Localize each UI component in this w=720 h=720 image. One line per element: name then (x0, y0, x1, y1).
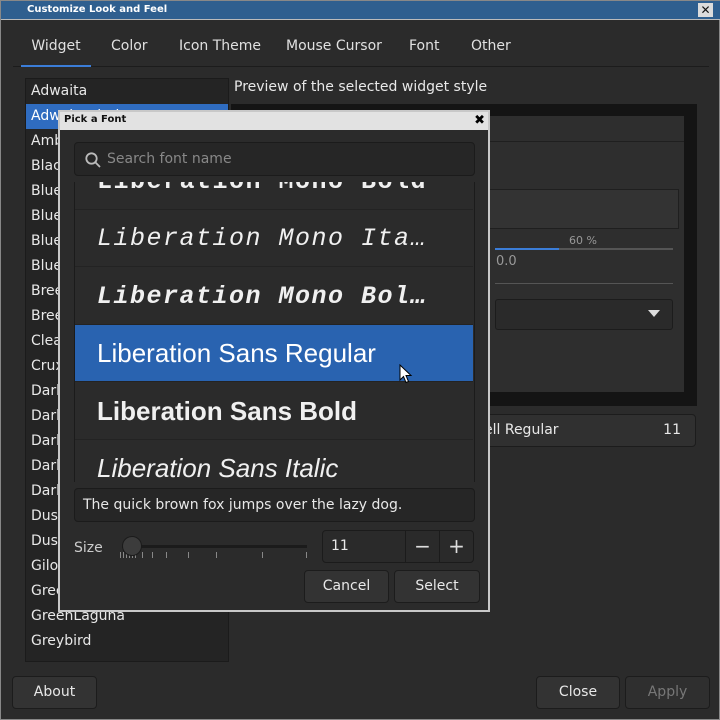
font-button-name: ell Regular (484, 422, 559, 438)
dialog-title: Pick a Font (64, 114, 127, 125)
size-slider-ticks (120, 552, 310, 560)
sample-text: The quick brown fox jumps over the lazy … (83, 497, 403, 513)
font-button-size: 11 (663, 422, 681, 438)
close-button[interactable]: Close (536, 676, 620, 709)
tab-font[interactable]: Font (409, 31, 439, 67)
slider-tick (152, 552, 153, 558)
size-slider-track[interactable] (122, 545, 307, 548)
theme-list-item[interactable]: Greybird (26, 629, 228, 654)
font-search-input[interactable]: Search font name (74, 142, 475, 176)
slider-tick (142, 552, 143, 558)
tab-mouse-cursor[interactable]: Mouse Cursor (286, 31, 382, 67)
size-value: 11 (331, 538, 349, 554)
slider-tick (188, 552, 189, 558)
select-button[interactable]: Select (394, 570, 480, 603)
search-icon (85, 152, 101, 168)
slider-tick (262, 552, 263, 558)
about-button[interactable]: About (12, 676, 97, 709)
font-list-item[interactable]: Liberation Mono Bold (75, 182, 473, 210)
cancel-button[interactable]: Cancel (304, 570, 389, 603)
increase-size-button[interactable]: + (439, 531, 473, 562)
font-list[interactable]: Liberation Sans Italic Liberation Sans Bo… (74, 182, 475, 482)
dialog-close-icon[interactable]: ✖ (474, 112, 485, 129)
font-list-item[interactable]: Liberation Sans Italic (75, 440, 473, 482)
font-list-item[interactable]: Liberation Mono Bol… (75, 268, 473, 325)
preview-slider (495, 283, 673, 284)
preview-progress-fill (495, 248, 560, 250)
slider-tick (306, 552, 307, 558)
slider-tick (166, 552, 167, 558)
preview-progress-label: 60 % (569, 234, 597, 247)
dialog-titlebar: Pick a Font ✖ (60, 112, 488, 130)
window-titlebar: Customize Look and Feel ✕ (1, 1, 720, 20)
tab-other[interactable]: Other (471, 31, 511, 67)
preview-label: Preview of the selected widget style (234, 79, 488, 95)
font-preview-entry[interactable]: The quick brown fox jumps over the lazy … (74, 488, 475, 522)
tab-bar: Widget Color Icon Theme Mouse Cursor Fon… (13, 31, 709, 67)
size-slider-handle[interactable] (122, 536, 142, 556)
font-list-item[interactable]: Liberation Sans Regular (75, 325, 473, 383)
font-list-item[interactable]: Liberation Sans Bold (75, 383, 473, 440)
font-list-item[interactable]: Liberation Mono Ita… (75, 210, 473, 268)
size-label: Size (74, 540, 103, 556)
tab-widget[interactable]: Widget (21, 31, 91, 67)
tab-icon-theme[interactable]: Icon Theme (179, 31, 261, 67)
decrease-size-button[interactable]: − (405, 531, 439, 562)
window-close-icon[interactable]: ✕ (698, 3, 713, 17)
mouse-pointer-icon (399, 364, 413, 384)
preview-frame (481, 189, 679, 229)
apply-button[interactable]: Apply (625, 676, 710, 709)
slider-tick (216, 552, 217, 558)
preview-divider (481, 141, 684, 142)
tab-color[interactable]: Color (111, 31, 148, 67)
window-title: Customize Look and Feel (27, 4, 168, 15)
size-spinbutton[interactable]: 11 − + (322, 530, 474, 563)
theme-list-item[interactable]: Adwaita (26, 79, 228, 104)
pick-a-font-dialog: Pick a Font ✖ Search font name Liberatio… (58, 110, 490, 612)
slider-tick (120, 552, 121, 558)
font-picker-button[interactable]: ell Regular 11 (481, 414, 696, 447)
search-placeholder: Search font name (107, 151, 232, 167)
chevron-down-icon (648, 310, 660, 317)
preview-combobox (495, 299, 673, 330)
preview-value-text: 0.0 (496, 254, 517, 269)
